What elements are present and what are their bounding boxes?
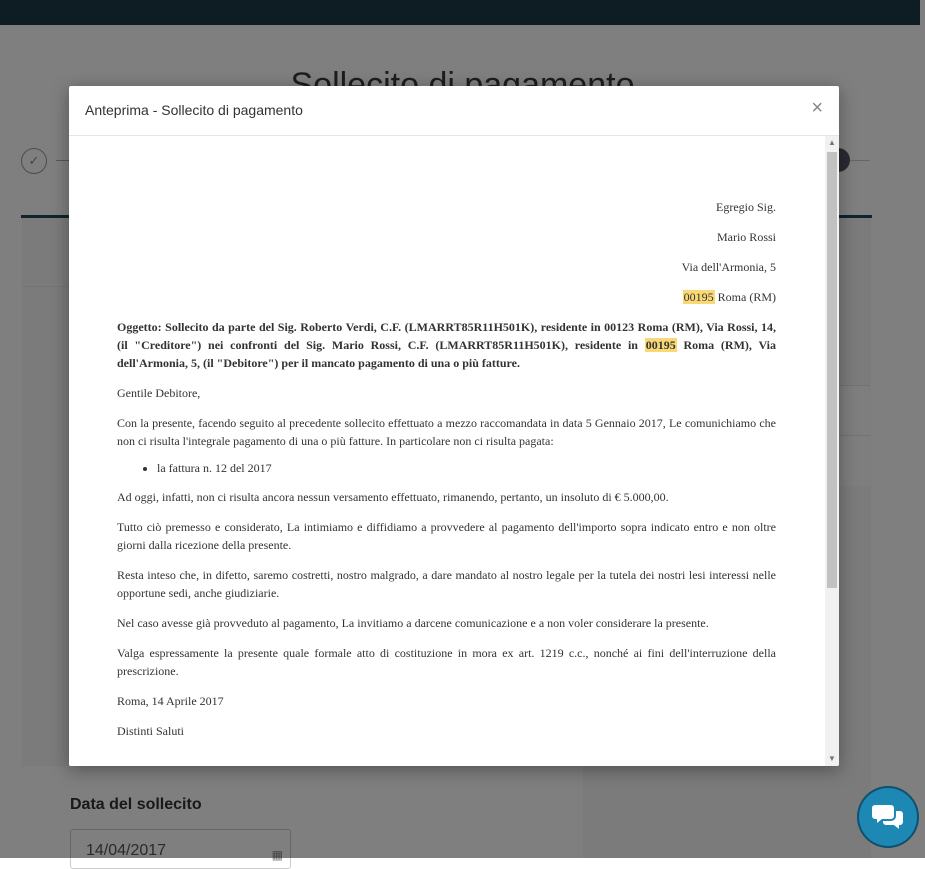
preview-scrollbar[interactable]: ▲ ▼ [825, 136, 839, 766]
letter-paragraph-4: Resta inteso che, in difetto, saremo cos… [117, 568, 776, 600]
invoice-item: la fattura n. 12 del 2017 [157, 459, 776, 477]
scroll-down-arrow-icon[interactable]: ▼ [825, 754, 839, 764]
letter-place-date: Roma, 14 Aprile 2017 [117, 694, 224, 708]
letter-document: Egregio Sig. Mario Rossi Via dell'Armoni… [117, 198, 776, 752]
chat-button[interactable] [859, 788, 917, 846]
close-icon[interactable]: × [811, 97, 823, 120]
invoice-list: la fattura n. 12 del 2017 [117, 459, 776, 477]
scrollbar-thumb[interactable] [827, 152, 837, 588]
letter-paragraph-5: Nel caso avesse già provveduto al pagame… [117, 616, 709, 630]
recipient-cap-highlight: 00195 [682, 290, 715, 304]
letter-salutation: Egregio Sig. [716, 200, 776, 214]
letter-closing: Distinti Saluti [117, 724, 185, 738]
modal-header: Anteprima - Sollecito di pagamento × [69, 86, 839, 136]
letter-paragraph-6: Valga espressamente la presente quale fo… [117, 646, 776, 678]
preview-modal: Anteprima - Sollecito di pagamento × Egr… [69, 86, 839, 766]
subject-cap-highlight: 00195 [644, 338, 677, 352]
letter-paragraph-3: Tutto ciò premesso e considerato, La int… [117, 520, 776, 552]
recipient-city-line: 00195 Roma (RM) [117, 288, 776, 306]
letter-paragraph-2: Ad oggi, infatti, non ci risulta ancora … [117, 490, 669, 504]
letter-subject: Oggetto: Sollecito da parte del Sig. Rob… [117, 318, 776, 372]
letter-greeting: Gentile Debitore, [117, 386, 201, 400]
modal-title: Anteprima - Sollecito di pagamento [85, 102, 303, 118]
chat-icon [872, 805, 903, 829]
recipient-city: Roma (RM) [714, 290, 776, 304]
recipient-name: Mario Rossi [716, 230, 776, 244]
letter-paragraph-1: Con la presente, facendo seguito al prec… [117, 416, 776, 448]
scroll-up-arrow-icon[interactable]: ▲ [825, 138, 839, 148]
recipient-street: Via dell'Armonia, 5 [681, 260, 776, 274]
letter-preview[interactable]: Egregio Sig. Mario Rossi Via dell'Armoni… [69, 136, 825, 766]
